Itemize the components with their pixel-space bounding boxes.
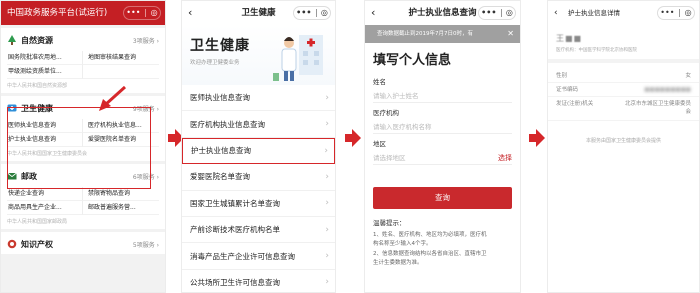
region-select-button[interactable]: 选择 xyxy=(498,151,512,165)
list-item[interactable]: 产前诊断技术医疗机构名单 › xyxy=(182,217,335,244)
highlight-box xyxy=(7,107,151,189)
more-icon[interactable]: ••• xyxy=(481,1,496,25)
data-notice-bar: 查询数据截止到2019年7月7日0时，有 ✕ xyxy=(365,25,520,43)
nav-bar: ‹ 护士执业信息查询 ••• ◎ xyxy=(365,1,520,25)
phone-screen-gov-platform: 中国政务服务平台(试运行) ••• ◎ 自然资源 3项服务 › 国务院批准农用地… xyxy=(0,0,166,293)
list-item[interactable]: 爱婴医院名单查询 › xyxy=(182,164,335,191)
back-icon[interactable]: ‹ xyxy=(188,1,192,25)
detail-row: 发证(注册)机关 北京市东城区卫生健康委员会 xyxy=(548,97,699,121)
service-card-natural-resources[interactable]: 自然资源 3项服务 › 国务院批准农用地... 地图审核结果查询 甲级测绘资质单… xyxy=(1,28,165,93)
card-count-link[interactable]: 5项服务 › xyxy=(133,240,159,249)
card-count-link[interactable]: 3项服务 › xyxy=(133,36,159,45)
service-link[interactable]: 地图审核结果查询 xyxy=(83,51,159,65)
mini-program-capsule[interactable]: ••• ◎ xyxy=(657,6,695,20)
list-item[interactable]: 公共场所卫生许可信息查询 › xyxy=(182,270,335,292)
list-item[interactable]: 医疗机构执业信息查询 › xyxy=(182,111,335,138)
chevron-right-icon: › xyxy=(324,145,328,156)
card-source: 中华人民共和国自然资源部 xyxy=(7,83,68,89)
list-item[interactable]: 消毒产品生产企业许可信息查询 › xyxy=(182,243,335,270)
nav-bar: ‹ 护士执业信息详情 ••• ◎ xyxy=(548,1,699,25)
detail-row: 证书编码 ■■■■■■■■■ xyxy=(548,83,699,97)
pointer-arrow-icon xyxy=(99,85,127,111)
chevron-right-icon: › xyxy=(325,224,329,235)
footer-note: 本服务由国家卫生健康委员会提供 xyxy=(585,138,661,144)
service-link[interactable]: 邮政普遍服务营... xyxy=(83,201,159,215)
more-icon[interactable]: ••• xyxy=(126,1,140,25)
close-target-icon[interactable]: ◎ xyxy=(321,1,328,25)
detail-row: 性别 女 xyxy=(548,69,699,83)
list-item-selected[interactable]: 护士执业信息查询 › xyxy=(182,137,335,165)
nurse-name: 王■■ xyxy=(556,34,583,43)
form-heading: 填写个人信息 xyxy=(373,53,452,68)
name-field: 姓名 请输入护士姓名 xyxy=(365,72,520,103)
card-source: 中华人民共和国国家邮政局 xyxy=(7,219,68,225)
chevron-right-icon: › xyxy=(325,119,329,130)
doctor-illustration-icon xyxy=(273,35,323,81)
name-input[interactable]: 请输入护士姓名 xyxy=(373,89,512,103)
query-button[interactable]: 查询 xyxy=(373,187,512,209)
tips-panel: 温馨提示： 1、姓名、医疗机构、地区均为必填项，医疗机 构名称至少输入4个字。 … xyxy=(365,209,520,269)
app-title: 中国政务服务平台(试运行) xyxy=(7,8,108,18)
tip-line: 2、信息数据查询结构以各省自治区、直辖市卫 xyxy=(373,250,487,257)
service-list: 医师执业信息查询 › 医疗机构执业信息查询 › 护士执业信息查询 › 爱婴医院名单查询… xyxy=(182,85,335,292)
mini-program-capsule[interactable]: ••• ◎ xyxy=(123,6,161,20)
more-icon[interactable]: ••• xyxy=(660,1,674,25)
field-label: 姓名 xyxy=(373,78,386,86)
card-title: 自然资源 xyxy=(21,35,53,45)
list-item[interactable]: 国家卫生城镇累计名单查询 › xyxy=(182,191,335,217)
mini-program-capsule[interactable]: ••• ◎ xyxy=(478,6,516,20)
nav-bar: ‹ 卫生健康 ••• ◎ xyxy=(182,1,335,25)
list-item[interactable]: 医师执业信息查询 › xyxy=(182,85,335,112)
service-link[interactable]: 甲级测绘资质单位... xyxy=(7,65,83,79)
phone-screen-nurse-detail: ‹ 护士执业信息详情 ••• ◎ 王■■ 医疗机构：中国医学科学院北京协和医院 … xyxy=(547,0,700,293)
tips-title: 温馨提示： xyxy=(373,219,406,227)
region-field: 地区 请选择地区 选择 xyxy=(365,134,520,165)
service-link[interactable]: 快递企业查询 xyxy=(7,187,83,201)
tip-line: 生计生委数据为准。 xyxy=(373,260,423,266)
tip-line: 构名称至少输入4个字。 xyxy=(373,241,432,247)
phone-screen-nurse-query: ‹ 护士执业信息查询 ••• ◎ 查询数据截止到2019年7月7日0时，有 ✕ … xyxy=(364,0,521,293)
mini-program-capsule[interactable]: ••• ◎ xyxy=(293,6,331,20)
nav-title: 卫生健康 xyxy=(241,8,276,18)
health-banner: 卫生健康 欢迎办理卫健委业务 xyxy=(182,25,335,85)
card-title: 知识产权 xyxy=(21,239,53,249)
back-icon[interactable]: ‹ xyxy=(371,1,375,25)
service-card-ip[interactable]: 知识产权 5项服务 › xyxy=(1,232,165,254)
notice-text: 查询数据截止到2019年7月7日0时，有 xyxy=(377,31,473,37)
nav-title: 护士执业信息查询 xyxy=(408,8,477,18)
service-link[interactable]: 商品用具生产企业... xyxy=(7,201,83,215)
back-icon[interactable]: ‹ xyxy=(554,1,558,25)
nav-title: 护士执业信息详情 xyxy=(568,9,620,17)
close-target-icon[interactable]: ◎ xyxy=(506,1,513,25)
app-title-bar: 中国政务服务平台(试运行) ••• ◎ xyxy=(1,1,165,25)
field-label: 地区 xyxy=(373,140,386,148)
close-icon[interactable]: ✕ xyxy=(507,25,514,43)
chevron-right-icon: › xyxy=(325,251,329,262)
service-link[interactable]: 国务院批准农用地... xyxy=(7,51,83,65)
detail-header: 王■■ 医疗机构：中国医学科学院北京协和医院 xyxy=(548,25,699,63)
org-field: 医疗机构 请输入医疗机构名称 xyxy=(365,103,520,134)
field-label: 医疗机构 xyxy=(373,109,399,117)
chevron-right-icon: › xyxy=(325,277,329,288)
org-input[interactable]: 请输入医疗机构名称 xyxy=(373,120,512,134)
tip-line: 1、姓名、医疗机构、地区均为必填项，医疗机 xyxy=(373,231,487,238)
close-target-icon[interactable]: ◎ xyxy=(685,1,692,25)
phone-screen-health: ‹ 卫生健康 ••• ◎ 卫生健康 欢迎办理卫健委业务 医师执业信息查询 › 医… xyxy=(181,0,336,293)
region-input[interactable]: 请选择地区 选择 xyxy=(373,151,512,165)
chevron-right-icon: › xyxy=(325,171,329,182)
tree-icon xyxy=(7,35,17,45)
patent-icon xyxy=(7,239,17,249)
chevron-right-icon: › xyxy=(325,198,329,209)
more-icon[interactable]: ••• xyxy=(296,1,311,25)
service-link[interactable]: 禁限寄物品查询 xyxy=(83,187,159,201)
close-target-icon[interactable]: ◎ xyxy=(151,1,158,25)
nurse-org: 医疗机构：中国医学科学院北京协和医院 xyxy=(556,48,637,53)
chevron-right-icon: › xyxy=(325,92,329,103)
